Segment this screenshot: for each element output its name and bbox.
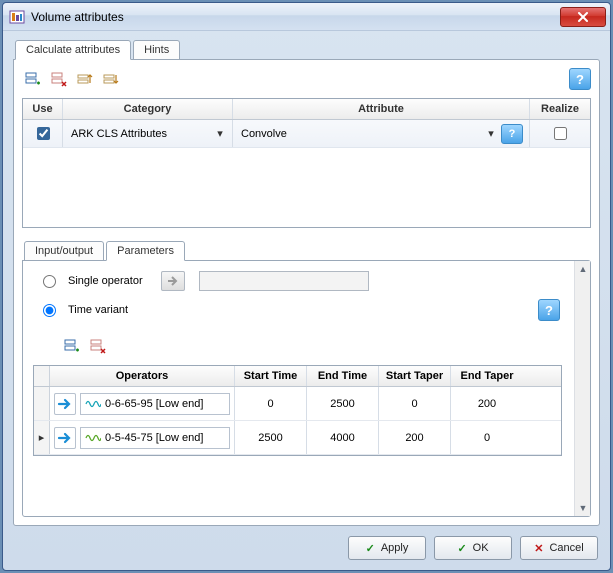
tb-delete-row-button[interactable] [48,68,70,90]
scroll-up-icon[interactable]: ▲ [575,261,591,277]
cell-start-time[interactable]: 2500 [235,421,307,454]
operator-name: 0-5-45-75 [Low end] [105,432,203,444]
apply-label: Apply [381,542,409,554]
single-operator-radio[interactable] [43,275,56,288]
category-dropdown[interactable]: ARK CLS Attributes ▾ [69,128,226,140]
attribute-help-button[interactable]: ? [501,124,523,144]
tb-move-up-button[interactable] [74,68,96,90]
table-row[interactable]: 0-6-65-95 [Low end] 0 2500 0 200 [34,387,561,421]
tb-move-down-button[interactable] [100,68,122,90]
close-button[interactable] [560,7,606,27]
apply-button[interactable]: ✓ Apply [348,536,426,560]
time-variant-row: Time variant ? [33,299,580,321]
cell-end-taper[interactable]: 200 [451,387,523,420]
cell-end-time[interactable]: 2500 [307,387,379,420]
col-header-end-time[interactable]: End Time [307,366,379,386]
col-header-start-time[interactable]: Start Time [235,366,307,386]
row-marker-header [34,366,50,386]
attribute-dropdown[interactable]: Convolve ▾ [239,128,497,140]
dialog-button-row: ✓ Apply ✓ OK ✕ Cancel [13,526,600,560]
time-variant-label: Time variant [68,304,128,316]
ok-label: OK [473,542,489,554]
col-header-start-taper[interactable]: Start Taper [379,366,451,386]
client-area: Calculate attributes Hints [3,31,610,570]
cell-end-time[interactable]: 4000 [307,421,379,454]
parameters-panel: ▲ ▼ Single operator [22,260,591,517]
tab-hints[interactable]: Hints [133,40,180,59]
window-title: Volume attributes [31,10,560,24]
col-header-category[interactable]: Category [63,99,233,119]
col-header-attribute[interactable]: Attribute [233,99,530,119]
toolbar: ? [22,68,591,90]
tb-insert-row-button[interactable] [22,68,44,90]
cell-start-time[interactable]: 0 [235,387,307,420]
outer-tab-panel: ? Use Category Attribute Realize ARK CLS… [13,59,600,526]
row-marker [34,387,50,420]
cancel-label: Cancel [549,542,583,554]
row-marker: ▸ [34,421,50,454]
tab-calculate-attributes[interactable]: Calculate attributes [15,40,131,60]
attributes-grid: Use Category Attribute Realize ARK CLS A… [22,98,591,228]
operators-grid: Operators Start Time End Time Start Tape… [33,365,562,456]
realize-checkbox[interactable] [554,127,567,140]
titlebar[interactable]: Volume attributes [3,3,610,31]
ok-button[interactable]: ✓ OK [434,536,512,560]
single-operator-browse-button[interactable] [161,271,185,291]
operator-browse-button[interactable] [54,393,76,415]
single-operator-field[interactable] [199,271,369,291]
window-frame: Volume attributes Calculate attributes H… [2,2,611,571]
attributes-grid-header: Use Category Attribute Realize [23,99,590,120]
table-row[interactable]: ▸ 0-5-45-75 [Low end] 2500 4000 200 0 [34,421,561,455]
operators-grid-header: Operators Start Time End Time Start Tape… [34,366,561,387]
operator-field[interactable]: 0-5-45-75 [Low end] [80,427,230,449]
inner-tabstrip: Input/output Parameters [22,238,591,260]
operator-browse-button[interactable] [54,427,76,449]
col-header-operators[interactable]: Operators [50,366,235,386]
waveform-icon [85,397,101,411]
cell-start-taper[interactable]: 200 [379,421,451,454]
operator-field[interactable]: 0-6-65-95 [Low end] [80,393,230,415]
chevron-down-icon: ▾ [214,128,226,140]
arrow-right-icon [166,275,180,287]
scrollbar[interactable]: ▲ ▼ [574,261,590,516]
use-checkbox[interactable] [37,127,50,140]
arrow-right-icon [57,397,73,411]
variant-add-row-button[interactable] [61,335,83,357]
cell-start-taper[interactable]: 0 [379,387,451,420]
help-button-top[interactable]: ? [569,68,591,90]
col-header-end-taper[interactable]: End Taper [451,366,523,386]
time-variant-radio[interactable] [43,304,56,317]
category-value: ARK CLS Attributes [69,128,214,140]
attributes-grid-row[interactable]: ARK CLS Attributes ▾ Convolve ▾ ? [23,120,590,148]
tab-input-output[interactable]: Input/output [24,241,104,260]
single-operator-row: Single operator [33,271,580,291]
arrow-right-icon [57,431,73,445]
outer-tabstrip: Calculate attributes Hints [13,37,600,59]
tab-parameters[interactable]: Parameters [106,241,185,261]
variant-delete-row-button[interactable] [87,335,109,357]
waveform-icon [85,431,101,445]
help-button-params[interactable]: ? [538,299,560,321]
col-header-realize[interactable]: Realize [530,99,590,119]
scroll-down-icon[interactable]: ▼ [575,500,591,516]
check-icon: ✓ [457,542,466,555]
variant-toolbar [61,335,580,357]
app-icon [9,9,25,25]
cross-icon: ✕ [534,542,543,555]
attribute-value: Convolve [239,128,485,140]
check-icon: ✓ [366,542,375,555]
single-operator-label: Single operator [68,275,143,287]
operator-name: 0-6-65-95 [Low end] [105,398,203,410]
chevron-down-icon: ▾ [485,128,497,140]
cell-end-taper[interactable]: 0 [451,421,523,454]
col-header-use[interactable]: Use [23,99,63,119]
close-icon [577,12,589,22]
cancel-button[interactable]: ✕ Cancel [520,536,598,560]
